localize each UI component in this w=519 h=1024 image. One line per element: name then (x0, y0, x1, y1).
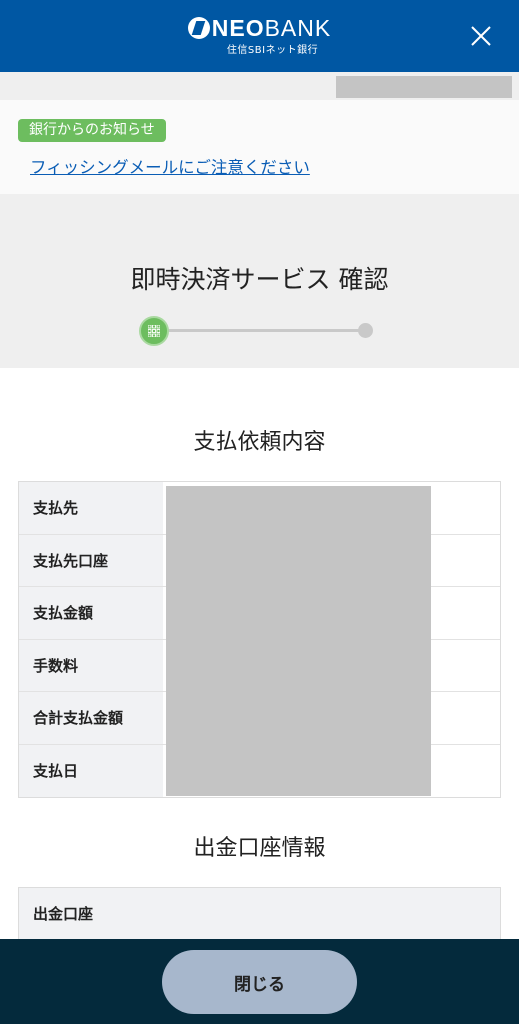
total-amount-label: 合計支払金額 (19, 692, 163, 744)
page-title: 即時決済サービス 確認 (130, 265, 389, 294)
redacted-values (166, 486, 431, 796)
bank-notice: 銀行からのお知らせ フィッシングメールにご注意ください (0, 100, 519, 194)
neobank-logo: NEOBANK 住信SBIネット銀行 (0, 16, 519, 56)
phishing-notice-link[interactable]: フィッシングメールにご注意ください (30, 154, 310, 178)
logo-bank-text: BANK (264, 15, 332, 41)
withdrawal-account-label: 出金口座 (33, 904, 94, 923)
grid-icon (148, 325, 160, 337)
payment-details-title: 支払依頼内容 (193, 430, 326, 455)
step-header: 即時決済サービス 確認 (0, 194, 519, 368)
step-progress-line (153, 329, 366, 332)
logo-neo-text: NEO (211, 15, 265, 41)
redacted-area (336, 76, 512, 98)
close-icon (471, 26, 491, 46)
payment-date-label: 支払日 (19, 744, 163, 797)
payment-amount-label: 支払金額 (19, 587, 163, 639)
app-header: NEOBANK 住信SBIネット銀行 (0, 0, 519, 72)
close-button[interactable] (469, 24, 493, 48)
withdrawal-account-table: 出金口座 (18, 887, 501, 947)
fee-label: 手数料 (19, 639, 163, 691)
notice-badge: 銀行からのお知らせ (18, 119, 166, 142)
payee-label: 支払先 (19, 482, 163, 534)
step-indicator-current (139, 316, 169, 346)
neobank-mark-icon (187, 17, 210, 39)
logo-subtitle: 住信SBIネット銀行 (226, 45, 319, 56)
close-page-button[interactable]: 閉じる (162, 950, 357, 1014)
payee-account-label: 支払先口座 (19, 534, 163, 586)
footer-bar: 閉じる (0, 939, 519, 1024)
step-indicator-final (358, 323, 373, 338)
withdrawal-info-title: 出金口座情報 (193, 836, 326, 861)
